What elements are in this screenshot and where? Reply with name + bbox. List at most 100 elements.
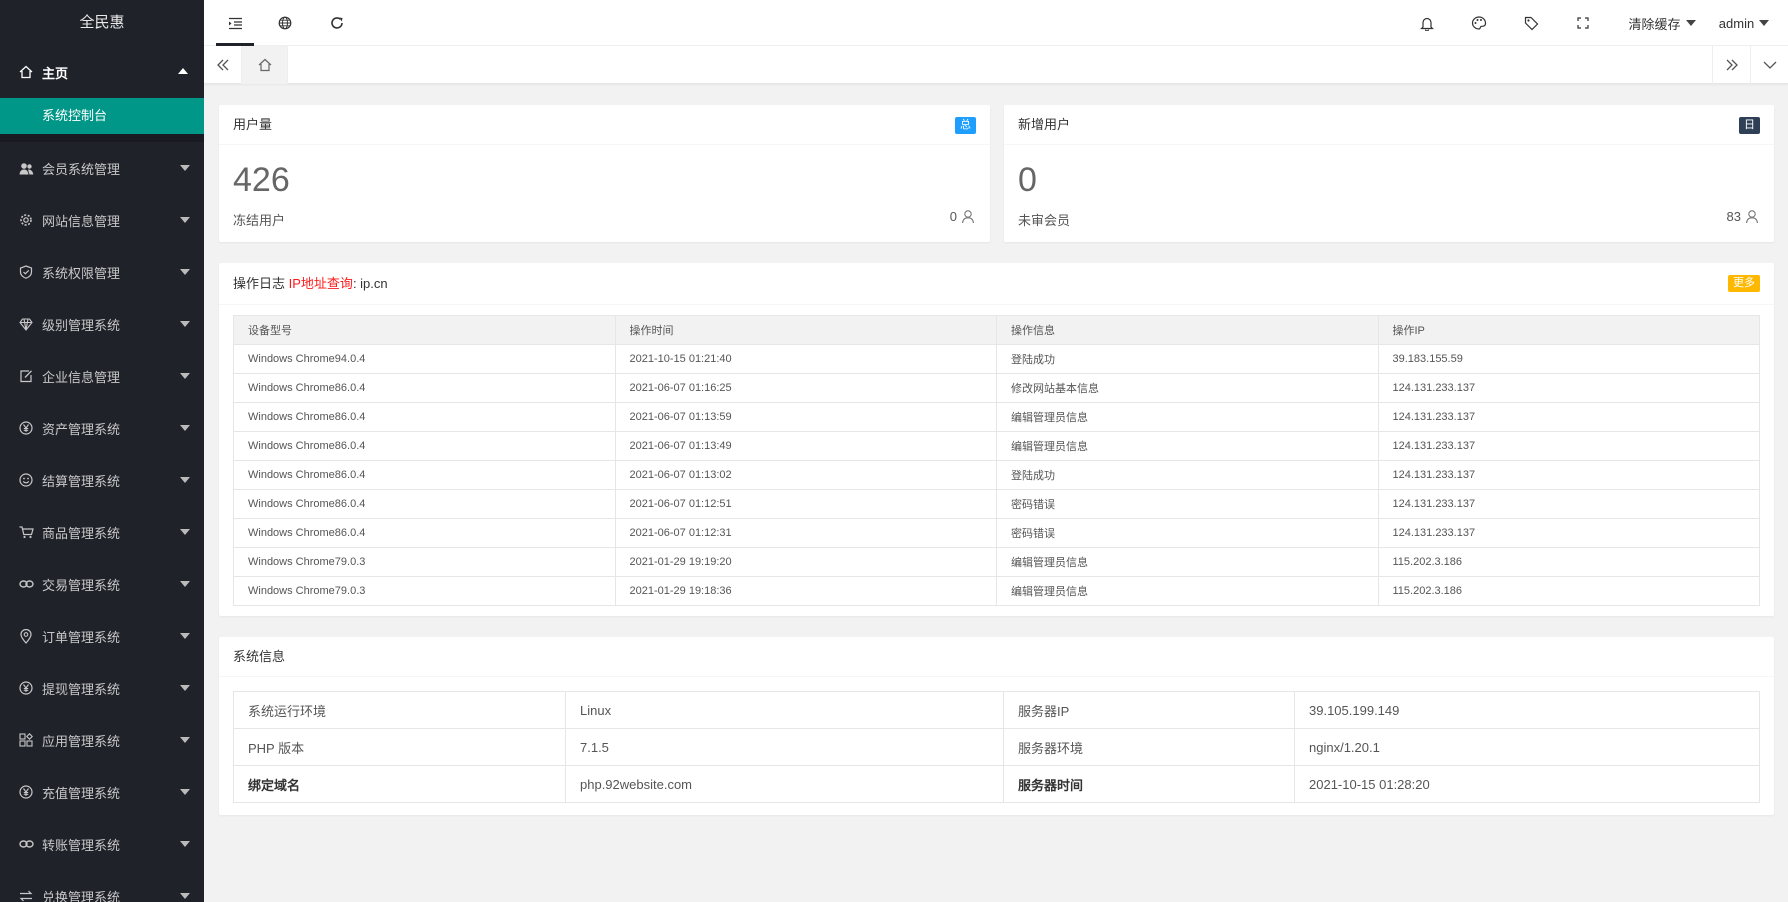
table-cell: 2021-06-07 01:12:51 [614,489,997,519]
notification-button[interactable] [1404,0,1450,46]
sidebar-item[interactable]: 交易管理系统 [0,558,204,610]
table-cell: Windows Chrome79.0.3 [233,576,616,606]
sidebar-item[interactable]: 结算管理系统 [0,454,204,506]
location-icon [18,628,34,644]
fullscreen-button[interactable] [1560,0,1606,46]
scroll-tabs-right-button[interactable] [1712,46,1750,84]
column-header: 操作IP [1377,315,1760,345]
sidebar-item[interactable]: 订单管理系统 [0,610,204,662]
tab-options-button[interactable] [1750,46,1788,84]
table-cell: 编辑管理员信息 [996,431,1379,461]
edit-icon [18,368,34,384]
info-label: 系统运行环境 [233,691,566,729]
column-header: 操作时间 [614,315,997,345]
username-label: admin [1718,15,1755,31]
pending-members-label: 未审会员 [1018,213,1071,228]
toggle-sidebar-button[interactable] [212,0,258,46]
caret-down-icon [180,217,190,223]
new-users-value: 0 [1018,161,1037,199]
settings-icon [18,212,34,228]
scroll-tabs-left-button[interactable] [204,46,242,84]
sidebar-item-label: 会员系统管理 [42,161,121,177]
clear-cache-menu[interactable]: 清除缓存 [1622,0,1702,46]
sidebar-subitem-console[interactable]: 系统控制台 [0,98,204,134]
sidebar-item-home[interactable]: 主页 [0,46,204,98]
website-button[interactable] [262,0,308,46]
table-row: Windows Chrome79.0.3 2021-01-29 19:19:20 编… [233,547,1760,577]
card-header: 新增用户 日 [1004,105,1774,145]
sidebar-item[interactable]: 兑换管理系统 [0,870,204,902]
table-cell: 密码错误 [996,518,1379,548]
table-cell: 2021-06-07 01:13:02 [614,460,997,490]
clear-cache-label: 清除缓存 [1628,16,1681,32]
sidebar-item[interactable]: 资产管理系统 [0,402,204,454]
users-icon [18,160,34,176]
chevron-up-icon [178,68,188,74]
frozen-users-value: 0 [949,209,957,224]
table-cell: 编辑管理员信息 [996,547,1379,577]
table-cell: Windows Chrome86.0.4 [233,460,616,490]
ip-site-text: : ip.cn [352,276,388,291]
sysinfo-table-wrap: 系统运行环境 Linux 服务器IP 39.105.199.149 PHP 版本 7.1.… [219,677,1774,803]
home-icon [258,58,271,72]
sidebar-item-label: 充值管理系统 [42,785,121,801]
log-title: 操作日志 [233,276,286,291]
table-row: PHP 版本 7.1.5 服务器环境 nginx/1.20.1 [233,728,1760,766]
sidebar-item[interactable]: 商品管理系统 [0,506,204,558]
sidebar-item[interactable]: 会员系统管理 [0,142,204,194]
sidebar-item[interactable]: 级别管理系统 [0,298,204,350]
new-users-card: 新增用户 日 0 未审会员 83 [1004,105,1774,242]
frozen-users-label: 冻结用户 [233,213,286,228]
sidebar-item[interactable]: 网站信息管理 [0,194,204,246]
daily-badge: 日 [1739,117,1760,134]
sidebar-item-label: 系统权限管理 [42,265,121,281]
sidebar-item[interactable]: 转账管理系统 [0,818,204,870]
table-row: Windows Chrome86.0.4 2021-06-07 01:16:25 修… [233,373,1760,403]
brand-logo[interactable]: 全民惠 [0,0,204,46]
table-cell: 124.131.233.137 [1377,373,1760,403]
sidebar-item[interactable]: 提现管理系统 [0,662,204,714]
palette-icon [1471,16,1487,30]
sidebar-item[interactable]: 企业信息管理 [0,350,204,402]
table-cell: 124.131.233.137 [1377,518,1760,548]
ip-lookup-link[interactable]: IP地址查询 [289,276,353,291]
card-header: 操作日志 IP地址查询: ip.cn 更多 [219,263,1774,305]
diamond-icon [18,316,34,332]
log-table: 设备型号 操作时间 操作信息 操作IP Windows Chrome94.0.4 202… [233,315,1760,606]
frozen-users-stat: 0 [950,209,976,224]
tab-home[interactable] [242,46,288,84]
pending-members-stat: 83 [1727,209,1760,224]
card-title: 新增用户 [1018,117,1071,132]
sidebar-item[interactable]: 充值管理系统 [0,766,204,818]
refresh-button[interactable] [314,0,360,46]
info-label: 服务器环境 [1003,728,1295,766]
caret-down-icon [180,321,190,327]
table-cell: 2021-06-07 01:13:49 [614,431,997,461]
sidebar-item-label: 企业信息管理 [42,369,121,385]
theme-button[interactable] [1456,0,1502,46]
table-cell: 115.202.3.186 [1377,576,1760,606]
table-cell: 2021-01-29 19:19:20 [614,547,997,577]
caret-down-icon [1759,20,1770,26]
sidebar-item[interactable]: 应用管理系统 [0,714,204,766]
sidebar-item[interactable]: 系统权限管理 [0,246,204,298]
note-button[interactable] [1508,0,1554,46]
fullscreen-icon [1577,17,1589,29]
double-chevron-right-icon [1726,59,1738,71]
user-icon [1745,210,1759,224]
card-header: 用户量 总 [219,105,990,145]
column-header: 设备型号 [233,315,616,345]
table-cell: 2021-10-15 01:21:40 [614,344,997,374]
more-button[interactable]: 更多 [1728,275,1760,292]
sidebar-menu: 会员系统管理网站信息管理系统权限管理级别管理系统企业信息管理资产管理系统 结算管理… [0,142,204,902]
table-row: Windows Chrome86.0.4 2021-06-07 01:12:51 密… [233,489,1760,519]
sidebar-item-label: 订单管理系统 [42,629,121,645]
sidebar-item-label: 兑换管理系统 [42,889,121,902]
total-badge: 总 [955,117,976,134]
exchange-icon [18,888,34,902]
info-value: 2021-10-15 01:28:20 [1294,765,1760,803]
table-row: Windows Chrome86.0.4 2021-06-07 01:12:31 密… [233,518,1760,548]
user-menu[interactable]: admin [1712,0,1776,46]
log-table-wrap[interactable]: 设备型号 操作时间 操作信息 操作IP Windows Chrome94.0.4 202… [219,305,1774,606]
refresh-icon [331,17,343,29]
